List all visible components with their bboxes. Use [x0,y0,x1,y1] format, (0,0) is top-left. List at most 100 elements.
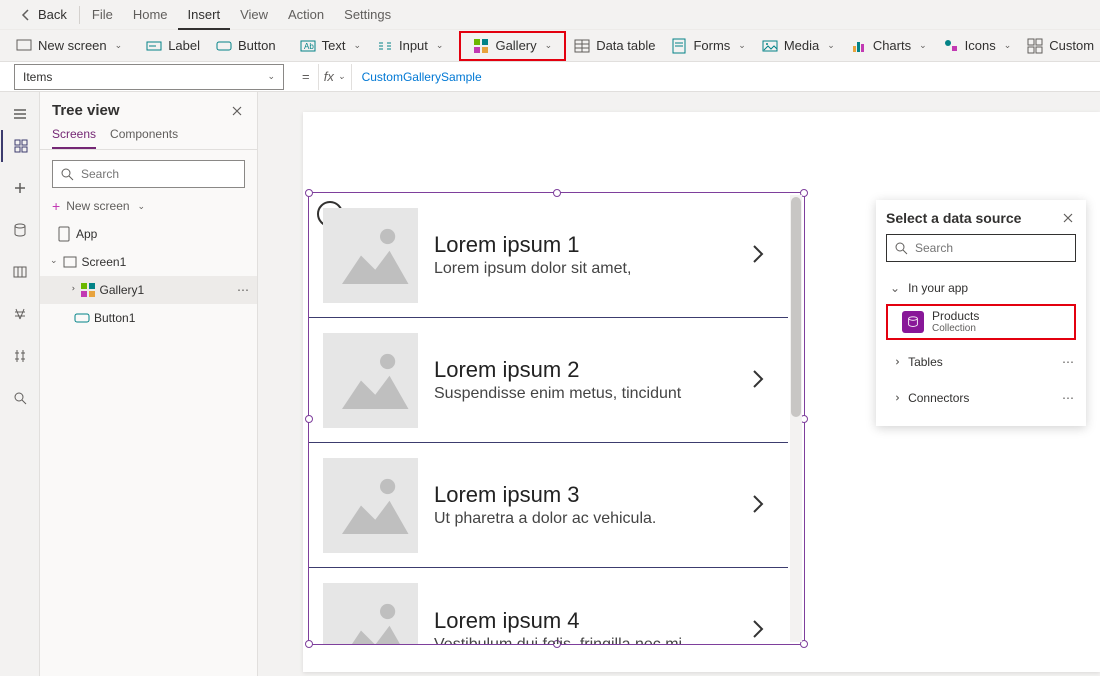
text-button[interactable]: Ab Text ⌄ [292,33,369,59]
rail-tree[interactable] [1,130,39,162]
more-icon[interactable]: ⋯ [1062,355,1074,369]
screen-icon [62,254,78,270]
chevron-down-icon: ⌄ [827,40,835,51]
chevron-right-icon[interactable] [746,367,774,394]
forms-button[interactable]: Forms ⌄ [663,33,753,59]
placeholder-image [323,208,418,303]
chevron-right-icon[interactable] [746,242,774,269]
tab-components[interactable]: Components [110,127,178,149]
text-icon: Ab [300,38,316,54]
button-label: Button [238,38,276,53]
gallery-row[interactable]: Lorem ipsum 4 Vestibulum dui felis, frin… [309,568,788,644]
ds-connectors-label: Connectors [908,391,969,405]
more-icon[interactable]: ⋯ [1062,391,1074,405]
ds-section-inapp[interactable]: ⌄ In your app [886,274,1076,302]
screen-icon [16,38,32,54]
search-icon [893,240,909,256]
label-label: Label [168,38,200,53]
gallery-title: Lorem ipsum 4 [434,608,730,634]
close-icon[interactable] [1060,210,1076,226]
data-table-button[interactable]: Data table [566,33,663,59]
chevron-down-icon: ⌄ [545,40,553,51]
text-label: Text [322,38,346,53]
property-dropdown[interactable]: Items ⌄ [14,64,284,90]
back-button[interactable]: Back [8,1,77,29]
menu-insert[interactable]: Insert [178,0,231,30]
rail-variables[interactable] [1,298,39,330]
gallery-icon [80,282,96,298]
rail-insert[interactable] [1,172,39,204]
placeholder-image [323,333,418,428]
gallery-row[interactable]: Lorem ipsum 3 Ut pharetra a dolor ac veh… [309,443,788,568]
ds-section-connectors[interactable]: ⌄ Connectors ⋯ [886,384,1076,412]
gallery-control[interactable]: Lorem ipsum 1 Lorem ipsum dolor sit amet… [308,192,805,645]
gallery-scrollbar[interactable] [790,195,802,642]
chevron-down-icon: ⌄ [353,40,361,51]
chevron-down-icon: ⌄ [738,40,746,51]
ds-search[interactable] [886,234,1076,262]
tab-screens[interactable]: Screens [52,127,96,149]
gallery-icon [473,38,489,54]
tree-node-app[interactable]: App [40,220,257,248]
more-icon[interactable]: ⋯ [237,283,249,297]
gallery-row[interactable]: Lorem ipsum 1 Lorem ipsum dolor sit amet… [309,193,788,318]
left-rail [0,92,40,676]
gallery-title: Lorem ipsum 3 [434,482,730,508]
scrollbar-thumb[interactable] [791,197,801,417]
forms-label: Forms [693,38,730,53]
tree-app-label: App [76,227,97,241]
icons-label: Icons [965,38,996,53]
tree-node-button1[interactable]: Button1 [40,304,257,332]
menu-file[interactable]: File [82,1,123,29]
tree-gallery1-label: Gallery1 [100,283,145,297]
fx-button[interactable]: fx⌄ [318,64,352,90]
chevron-right-icon[interactable] [746,617,774,644]
formula-input[interactable]: CustomGallerySample [352,70,1100,84]
gallery-button[interactable]: Gallery⌄ [465,33,560,59]
menu-view[interactable]: View [230,1,278,29]
ds-section-tables[interactable]: ⌄ Tables ⋯ [886,348,1076,376]
tree-search[interactable] [52,160,245,188]
plus-icon: + [52,198,60,214]
button-icon [74,310,90,326]
tree-search-input[interactable] [81,167,238,181]
rail-media[interactable] [1,256,39,288]
chevron-down-icon: ⌄ [115,40,123,51]
chevron-right-icon: ⌄ [66,284,77,292]
collection-icon [902,311,924,333]
canvas: Lorem ipsum 1 Lorem ipsum dolor sit amet… [258,92,1100,676]
input-label: Input [399,38,428,53]
charts-icon [851,38,867,54]
main-area: Tree view Screens Components + New scree… [0,92,1100,676]
button-button[interactable]: Button [208,33,284,59]
rail-search[interactable] [1,382,39,414]
custom-button[interactable]: Custom⌄ [1019,33,1100,59]
menu-settings[interactable]: Settings [334,1,401,29]
menu-action[interactable]: Action [278,1,334,29]
formula-value: CustomGallerySample [362,70,482,84]
chevron-down-icon: ⌄ [138,201,146,212]
charts-label: Charts [873,38,911,53]
menu-home[interactable]: Home [123,1,178,29]
ds-item-products[interactable]: Products Collection [886,304,1076,340]
media-icon [762,38,778,54]
gallery-subtitle: Ut pharetra a dolor ac vehicula. [434,510,730,528]
tree-node-gallery1[interactable]: ⌄ Gallery1 ⋯ [40,276,257,304]
charts-button[interactable]: Charts⌄ [843,33,935,59]
media-button[interactable]: Media⌄ [754,33,843,59]
gallery-title: Lorem ipsum 1 [434,232,730,258]
new-screen-button[interactable]: New screen⌄ [8,33,130,59]
rail-hamburger[interactable] [1,98,39,130]
tree-node-screen1[interactable]: ⌄ Screen1 [40,248,257,276]
insert-ribbon: New screen⌄ Label Button Ab Text⌄ Input⌄… [0,30,1100,62]
tree-new-screen[interactable]: + New screen ⌄ [52,198,245,214]
icons-button[interactable]: Icons⌄ [935,33,1020,59]
input-button[interactable]: Input⌄ [369,33,451,59]
rail-advanced[interactable] [1,340,39,372]
ds-search-input[interactable] [915,241,1069,255]
rail-data[interactable] [1,214,39,246]
chevron-right-icon[interactable] [746,492,774,519]
label-button[interactable]: Label [138,33,208,59]
gallery-row[interactable]: Lorem ipsum 2 Suspendisse enim metus, ti… [309,318,788,443]
close-icon[interactable] [229,103,245,119]
